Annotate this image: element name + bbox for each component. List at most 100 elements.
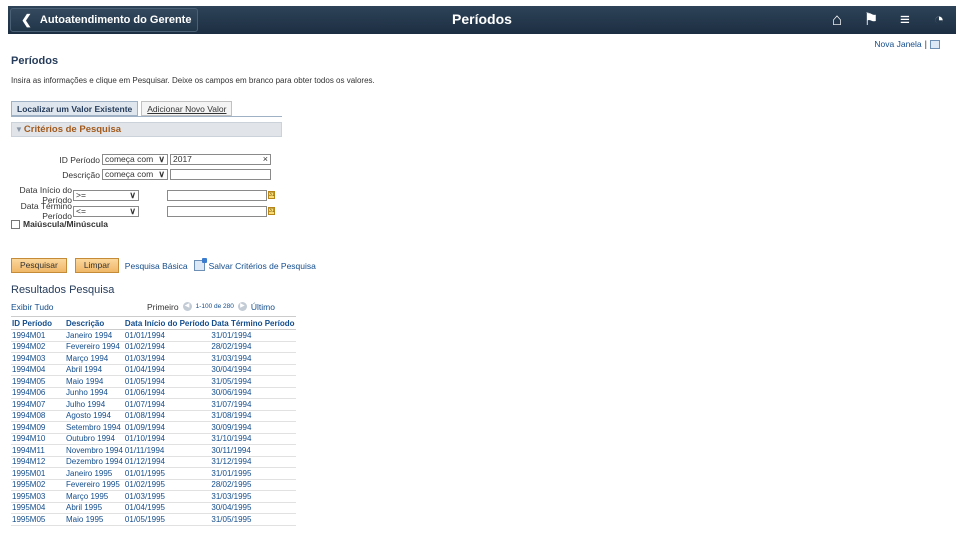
- search-button[interactable]: Pesquisar: [11, 258, 67, 273]
- cell-description[interactable]: Agosto 1994: [65, 410, 124, 422]
- cell-end-date[interactable]: 28/02/1995: [210, 479, 296, 491]
- basic-search-link[interactable]: Pesquisa Básica: [125, 261, 188, 271]
- table-row[interactable]: 1995M01 Janeiro 1995 01/01/1995 31/01/1995: [11, 467, 296, 480]
- cell-start-date[interactable]: 01/10/1994: [123, 433, 211, 445]
- cell-id[interactable]: 1994M06: [11, 387, 65, 399]
- cell-description[interactable]: Junho 1994: [65, 387, 124, 399]
- table-row[interactable]: 1994M06 Junho 1994 01/06/1994 30/06/1994: [11, 387, 296, 399]
- cell-id[interactable]: 1994M10: [11, 433, 65, 445]
- cell-end-date[interactable]: 31/03/1995: [210, 490, 296, 503]
- id-period-operator[interactable]: começa com ∨: [102, 154, 168, 165]
- table-row[interactable]: 1995M05 Maio 1995 01/05/1995 31/05/1995: [11, 513, 296, 526]
- previous-icon[interactable]: ◀: [182, 302, 192, 311]
- id-period-input[interactable]: 2017 ×: [170, 154, 271, 165]
- table-row[interactable]: 1994M07 Julho 1994 01/07/1994 31/07/1994: [11, 398, 296, 411]
- cell-start-date[interactable]: 01/04/1995: [123, 502, 211, 514]
- cell-description[interactable]: Maio 1995: [65, 513, 124, 526]
- table-row[interactable]: 1994M08 Agosto 1994 01/08/1994 31/08/1994: [11, 410, 296, 422]
- table-row[interactable]: 1994M10 Outubro 1994 01/10/1994 31/10/1994: [11, 433, 296, 445]
- cell-id[interactable]: 1995M01: [11, 467, 65, 480]
- cell-id[interactable]: 1994M11: [11, 444, 65, 457]
- cell-description[interactable]: Abril 1994: [65, 364, 124, 376]
- clear-icon[interactable]: ×: [263, 155, 268, 164]
- description-input[interactable]: [170, 169, 271, 180]
- start-date-input[interactable]: [167, 189, 267, 201]
- cell-end-date[interactable]: 31/03/1994: [210, 352, 296, 365]
- cell-description[interactable]: Janeiro 1995: [65, 467, 124, 480]
- cell-id[interactable]: 1994M04: [11, 364, 65, 376]
- cell-start-date[interactable]: 01/08/1994: [123, 410, 211, 422]
- cell-id[interactable]: 1994M01: [11, 329, 65, 342]
- search-criteria-header[interactable]: ▼Critérios de Pesquisa: [11, 122, 282, 137]
- cell-description[interactable]: Novembro 1994: [65, 444, 124, 457]
- cell-id[interactable]: 1995M04: [11, 502, 65, 514]
- compass-icon[interactable]: ◔: [922, 6, 956, 34]
- table-row[interactable]: 1994M12 Dezembro 1994 01/12/1994 31/12/1994: [11, 456, 296, 468]
- tab-find-existing[interactable]: Localizar um Valor Existente: [11, 101, 139, 116]
- column-header-end-date[interactable]: Data Término Período: [210, 316, 296, 330]
- start-date-operator[interactable]: >= ∨: [73, 189, 139, 201]
- cell-end-date[interactable]: 31/10/1994: [210, 433, 296, 445]
- cell-description[interactable]: Dezembro 1994: [65, 456, 124, 468]
- cell-end-date[interactable]: 31/12/1994: [210, 456, 296, 468]
- cell-id[interactable]: 1994M03: [11, 352, 65, 365]
- cell-description[interactable]: Março 1994: [65, 352, 124, 365]
- cell-start-date[interactable]: 01/11/1994: [123, 444, 211, 457]
- cell-end-date[interactable]: 30/04/1994: [210, 364, 296, 376]
- cell-end-date[interactable]: 30/11/1994: [210, 444, 296, 457]
- table-row[interactable]: 1994M04 Abril 1994 01/04/1994 30/04/1994: [11, 364, 296, 376]
- column-header-id[interactable]: ID Período: [11, 316, 65, 330]
- clear-button[interactable]: Limpar: [74, 258, 119, 273]
- cell-id[interactable]: 1994M07: [11, 398, 65, 411]
- cell-end-date[interactable]: 30/04/1995: [210, 502, 296, 514]
- cell-id[interactable]: 1994M12: [11, 456, 65, 468]
- save-search-link[interactable]: Salvar Critérios de Pesquisa: [209, 261, 316, 271]
- table-row[interactable]: 1994M05 Maio 1994 01/05/1994 31/05/1994: [11, 375, 296, 388]
- cell-id[interactable]: 1995M02: [11, 479, 65, 491]
- cell-end-date[interactable]: 31/01/1994: [210, 329, 296, 342]
- cell-id[interactable]: 1995M03: [11, 490, 65, 503]
- tab-add-new[interactable]: Adicionar Novo Valor: [141, 101, 233, 116]
- cell-description[interactable]: Março 1995: [65, 490, 124, 503]
- cell-start-date[interactable]: 01/12/1994: [123, 456, 211, 468]
- flag-icon[interactable]: ⚑: [854, 6, 888, 34]
- cell-description[interactable]: Julho 1994: [65, 398, 124, 411]
- cell-start-date[interactable]: 01/03/1994: [123, 352, 211, 365]
- last-link[interactable]: Último: [251, 302, 275, 312]
- menu-icon[interactable]: ≡: [888, 6, 922, 34]
- cell-description[interactable]: Fevereiro 1995: [65, 479, 124, 491]
- grid-icon[interactable]: [930, 39, 940, 49]
- description-operator[interactable]: começa com ∨: [102, 169, 168, 180]
- cell-id[interactable]: 1994M02: [11, 341, 65, 353]
- cell-id[interactable]: 1994M05: [11, 375, 65, 388]
- table-row[interactable]: 1994M01 Janeiro 1994 01/01/1994 31/01/1994: [11, 329, 296, 342]
- new-window-link[interactable]: Nova Janela: [874, 39, 921, 49]
- calendar-icon[interactable]: 31: [268, 207, 275, 215]
- cell-start-date[interactable]: 01/05/1994: [123, 375, 211, 388]
- show-all-link[interactable]: Exibir Tudo: [11, 302, 54, 312]
- cell-description[interactable]: Abril 1995: [65, 502, 124, 514]
- cell-id[interactable]: 1994M08: [11, 410, 65, 422]
- table-row[interactable]: 1995M04 Abril 1995 01/04/1995 30/04/1995: [11, 502, 296, 514]
- cell-start-date[interactable]: 01/05/1995: [123, 513, 211, 526]
- cell-start-date[interactable]: 01/03/1995: [123, 490, 211, 503]
- table-row[interactable]: 1994M02 Fevereiro 1994 01/02/1994 28/02/199…: [11, 341, 296, 353]
- first-label[interactable]: Primeiro: [147, 302, 179, 312]
- cell-description[interactable]: Outubro 1994: [65, 433, 124, 445]
- cell-end-date[interactable]: 30/06/1994: [210, 387, 296, 399]
- cell-start-date[interactable]: 01/01/1994: [123, 329, 211, 342]
- next-icon[interactable]: ▶: [237, 302, 247, 311]
- cell-id[interactable]: 1994M09: [11, 421, 65, 434]
- cell-id[interactable]: 1995M05: [11, 513, 65, 526]
- end-date-operator[interactable]: <= ∨: [73, 205, 139, 217]
- save-search-icon[interactable]: [193, 258, 207, 271]
- column-header-description[interactable]: Descrição: [65, 316, 124, 330]
- cell-start-date[interactable]: 01/04/1994: [123, 364, 211, 376]
- table-row[interactable]: 1994M11 Novembro 1994 01/11/1994 30/11/1994: [11, 444, 296, 457]
- table-row[interactable]: 1994M03 Março 1994 01/03/1994 31/03/1994: [11, 352, 296, 365]
- cell-start-date[interactable]: 01/09/1994: [123, 421, 211, 434]
- home-icon[interactable]: ⌂: [820, 6, 854, 34]
- cell-description[interactable]: Setembro 1994: [65, 421, 124, 434]
- cell-end-date[interactable]: 31/05/1994: [210, 375, 296, 388]
- cell-end-date[interactable]: 31/01/1995: [210, 467, 296, 480]
